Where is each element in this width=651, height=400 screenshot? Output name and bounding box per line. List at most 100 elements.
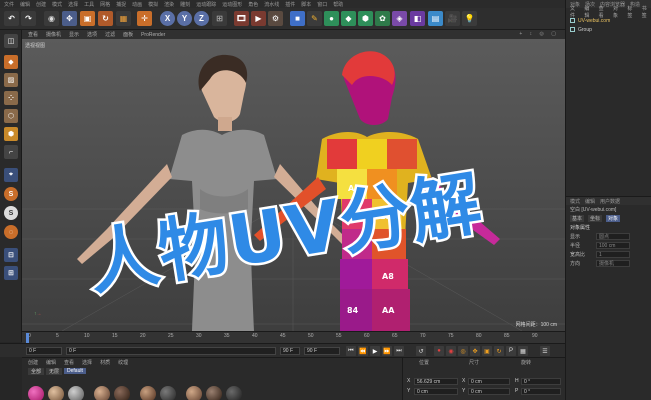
y-axis-button[interactable]: Y — [177, 11, 192, 26]
floor-icon[interactable]: ▤ — [428, 11, 443, 26]
menu-item[interactable]: 网格 — [100, 1, 110, 8]
material-swatch[interactable] — [226, 386, 242, 400]
menu-item[interactable]: 运动跟踪 — [196, 1, 216, 8]
object-row[interactable]: Group — [566, 25, 651, 34]
viewport-menu-item[interactable]: 摄像机 — [46, 31, 61, 38]
snap-icon[interactable]: ⌖ — [4, 168, 18, 182]
material-menu-item[interactable]: 材质 — [100, 359, 110, 366]
material-swatch[interactable] — [28, 386, 44, 400]
scale-icon[interactable]: ▣ — [80, 11, 95, 26]
attribute-subtab[interactable]: 基本 — [570, 215, 585, 222]
display-dropdown[interactable]: 圆点 — [596, 233, 630, 240]
environment-icon[interactable]: ◧ — [410, 11, 425, 26]
light-icon[interactable]: 💡 — [462, 11, 477, 26]
preview-end-field[interactable]: 90 F — [304, 347, 340, 355]
subdivision-icon[interactable]: ● — [324, 11, 339, 26]
material-swatch[interactable] — [160, 386, 176, 400]
position-y-field[interactable]: 0 cm — [414, 388, 458, 395]
start-frame-field[interactable]: 0 F — [26, 347, 62, 355]
next-key-icon[interactable]: ⏩ — [382, 346, 392, 356]
render-view-icon[interactable]: 🎞 — [234, 11, 249, 26]
auto-key-icon[interactable]: ◉ — [446, 346, 456, 356]
soft-selection-icon[interactable]: S — [4, 187, 18, 201]
menu-item[interactable]: 运动图形 — [222, 1, 242, 8]
make-editable-icon[interactable]: ◫ — [4, 34, 18, 48]
radius-field[interactable]: 100 cm — [596, 242, 630, 249]
material-swatch[interactable] — [186, 386, 202, 400]
size-y-field[interactable]: 0 cm — [468, 388, 510, 395]
transform-icon[interactable]: ✛ — [137, 11, 152, 26]
rotation-key-icon[interactable]: ↻ — [494, 346, 504, 356]
attribute-tab[interactable]: 编辑 — [585, 198, 595, 205]
viewport-menu-item[interactable]: 查看 — [28, 31, 38, 38]
viewport-menu-item[interactable]: 过滤 — [105, 31, 115, 38]
menu-item[interactable]: 动画 — [132, 1, 142, 8]
pla-key-icon[interactable]: ▦ — [518, 346, 528, 356]
menu-item[interactable]: 模式 — [52, 1, 62, 8]
end-frame-field[interactable]: 90 F — [280, 347, 300, 355]
material-menu-item[interactable]: 创建 — [28, 359, 38, 366]
material-menu-item[interactable]: 选择 — [82, 359, 92, 366]
menu-item[interactable]: 编辑 — [20, 1, 30, 8]
attribute-subtab[interactable]: 坐标 — [588, 215, 603, 222]
render-picture-viewer-icon[interactable]: ▶ — [251, 11, 266, 26]
cube-icon[interactable]: ■ — [290, 11, 305, 26]
axis-mode-icon[interactable]: ⌐ — [4, 145, 18, 159]
menu-item[interactable]: 流水线 — [264, 1, 279, 8]
menu-item[interactable]: 创建 — [36, 1, 46, 8]
viewport-nav-icons[interactable]: + ↕ ◎ ▢ — [519, 31, 559, 37]
object-menu-item[interactable]: 对象 — [613, 5, 622, 19]
orientation-dropdown[interactable]: 摄像机 — [596, 260, 630, 267]
material-menu-item[interactable]: 编辑 — [46, 359, 56, 366]
point-mode-icon[interactable]: ⁘ — [4, 91, 18, 105]
loop-icon[interactable]: ↺ — [416, 346, 426, 356]
cloner-icon[interactable]: ⬢ — [358, 11, 373, 26]
rotation-p-field[interactable]: 0 ° — [521, 388, 561, 395]
select-icon[interactable]: ◉ — [44, 11, 59, 26]
param-key-icon[interactable]: P — [506, 346, 516, 356]
menu-item[interactable]: 工具 — [84, 1, 94, 8]
spline-pen-icon[interactable]: ✎ — [307, 11, 322, 26]
menu-item[interactable]: 渲染 — [164, 1, 174, 8]
polygon-mode-icon[interactable]: ⬢ — [4, 127, 18, 141]
symmetry-icon[interactable]: S — [4, 206, 18, 220]
menu-item[interactable]: 雕刻 — [180, 1, 190, 8]
menu-item[interactable]: 脚本 — [301, 1, 311, 8]
planar-workplane-icon[interactable]: ⊞ — [4, 266, 18, 280]
material-tab[interactable]: 无层 — [46, 367, 63, 375]
current-frame-field[interactable]: 0 F — [66, 347, 276, 355]
viewport-menu-item[interactable]: 显示 — [69, 31, 79, 38]
material-swatch[interactable] — [140, 386, 156, 400]
record-keyframe-icon[interactable]: ● — [434, 346, 444, 356]
viewport-menu-item[interactable]: 选项 — [87, 31, 97, 38]
array-icon[interactable]: ◆ — [341, 11, 356, 26]
recent-tool-icon[interactable]: ▦ — [116, 11, 131, 26]
size-x-field[interactable]: 0 cm — [468, 378, 510, 385]
playhead[interactable] — [26, 333, 29, 343]
viewport-menu-item[interactable]: ProRender — [141, 32, 165, 38]
go-to-end-icon[interactable]: ⏭ — [394, 346, 404, 356]
attribute-tab[interactable]: 用户数据 — [600, 198, 620, 205]
object-row[interactable]: UV-webui.com — [566, 16, 651, 25]
material-swatch[interactable] — [68, 386, 84, 400]
position-key-icon[interactable]: ✥ — [470, 346, 480, 356]
locked-workplane-icon[interactable]: ⊟ — [4, 248, 18, 262]
menu-item[interactable]: 插件 — [285, 1, 295, 8]
material-tab[interactable]: 全部 — [28, 367, 45, 375]
menu-item[interactable]: 角色 — [248, 1, 258, 8]
scale-key-icon[interactable]: ▣ — [482, 346, 492, 356]
edge-mode-icon[interactable]: ⬡ — [4, 109, 18, 123]
x-axis-button[interactable]: X — [160, 11, 175, 26]
position-x-field[interactable]: 56.629 cm — [414, 378, 458, 385]
mograph-icon[interactable]: ✿ — [375, 11, 390, 26]
rotate-icon[interactable]: ↻ — [98, 11, 113, 26]
keyframe-selection-icon[interactable]: ◎ — [458, 346, 468, 356]
play-icon[interactable]: ▶ — [370, 346, 380, 356]
undo-icon[interactable]: ↶ — [4, 11, 19, 26]
texture-mode-icon[interactable]: ▨ — [4, 73, 18, 87]
move-icon[interactable]: ✥ — [62, 11, 77, 26]
menu-item[interactable]: 窗口 — [317, 1, 327, 8]
material-menu-item[interactable]: 纹理 — [118, 359, 128, 366]
camera-icon[interactable]: 🎥 — [445, 11, 460, 26]
object-menu-item[interactable]: 书签 — [642, 5, 651, 19]
